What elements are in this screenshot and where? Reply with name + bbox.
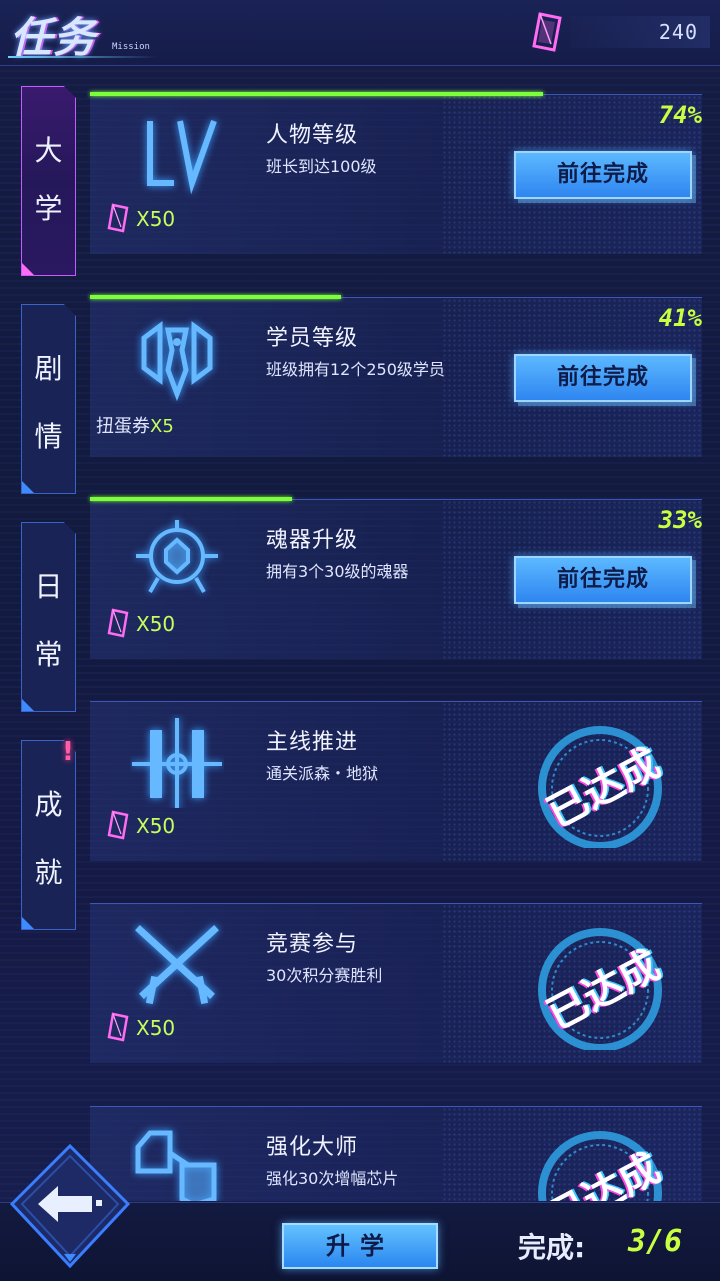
- page-subtitle: Mission: [112, 42, 150, 52]
- tab-story-label-1: 剧: [34, 352, 63, 385]
- crosshair-icon: [132, 718, 222, 808]
- task-description: 拥有3个30级的魂器: [266, 562, 409, 581]
- tab-university-label-2: 学: [34, 192, 63, 225]
- task-description: 通关派森・地狱: [266, 764, 379, 783]
- task-description: 班级拥有12个250级学员: [266, 360, 445, 379]
- complete-count: 3/6: [628, 1224, 683, 1259]
- tab-daily-label-2: 常: [34, 638, 63, 671]
- task-progress-line: [90, 295, 341, 299]
- task-description: 强化30次增幅芯片: [266, 1169, 399, 1188]
- tab-daily[interactable]: 日 常: [21, 522, 76, 712]
- reward-quantity: X50: [136, 814, 176, 838]
- purple-crystal-icon: [107, 608, 129, 638]
- tab-story-label-2: 情: [34, 420, 63, 453]
- soul-weapon-icon: [136, 520, 218, 593]
- task-description: 班长到达100级: [266, 157, 377, 176]
- task-name: 主线推进: [266, 730, 359, 755]
- tab-daily-label-1: 日: [34, 570, 63, 603]
- reward-quantity: X50: [136, 1016, 176, 1040]
- purple-crystal-icon: [107, 203, 129, 233]
- task-name: 学员等级: [266, 326, 359, 351]
- task-description: 30次积分赛胜利: [266, 966, 383, 985]
- achieved-stamp: 已达成: [534, 1123, 670, 1201]
- task-progress-percent: 33%: [658, 506, 702, 534]
- reward-quantity: X50: [136, 612, 176, 636]
- task-name: 竞赛参与: [266, 932, 359, 957]
- tab-corner: [22, 699, 34, 711]
- achieved-stamp: 已达成: [534, 718, 670, 848]
- task-name: 魂器升级: [266, 528, 359, 553]
- reward-quantity: X5: [150, 416, 174, 437]
- tab-corner: [22, 481, 34, 493]
- tab-achievement-label-1: 成: [34, 788, 63, 821]
- tab-corner: [22, 917, 34, 929]
- crossed-guns-icon: [135, 925, 219, 1005]
- purple-crystal-icon: [107, 810, 129, 840]
- go-complete-button[interactable]: 前往完成: [514, 151, 692, 199]
- task-name: 强化大师: [266, 1135, 359, 1160]
- notice-badge: !: [62, 737, 74, 767]
- header-bar: 任务 Mission 240: [0, 0, 720, 66]
- reward-item-name: 扭蛋券: [96, 416, 150, 437]
- task-progress-line: [90, 497, 292, 501]
- complete-label: 完成:: [518, 1231, 586, 1264]
- task-progress-percent: 41%: [658, 304, 702, 332]
- reward-quantity: X50: [136, 207, 176, 231]
- tab-story[interactable]: 剧 情: [21, 304, 76, 494]
- task-name: 人物等级: [266, 123, 359, 148]
- task-card: 主线推进 通关派森・地狱 X50 已达成: [90, 701, 702, 861]
- currency-display: 240: [530, 10, 710, 54]
- back-arrow-icon[interactable]: [8, 1142, 132, 1270]
- go-complete-button[interactable]: 前往完成: [514, 354, 692, 402]
- task-card: 竞赛参与 30次积分赛胜利 X50 已达成: [90, 903, 702, 1063]
- purple-crystal-icon: [532, 12, 562, 52]
- title-underline: [8, 56, 158, 58]
- task-card: 魂器升级 拥有3个30级的魂器 X50 33% 前往完成: [90, 497, 702, 659]
- level-lv-icon: [147, 119, 217, 195]
- task-card: 人物等级 班长到达100级 X50 74% 前往完成: [90, 92, 702, 254]
- purple-crystal-icon: [107, 1012, 129, 1042]
- upgrade-button[interactable]: 升学: [282, 1223, 438, 1269]
- achieved-stamp: 已达成: [534, 920, 670, 1050]
- task-card: 强化大师 强化30次增幅芯片 已达成: [90, 1106, 702, 1201]
- reward-item: 扭蛋券X5: [96, 412, 174, 438]
- tab-university[interactable]: 大 学: [21, 86, 76, 276]
- tab-achievement-label-2: 就: [34, 856, 63, 889]
- currency-amount: 240: [658, 20, 698, 44]
- tab-corner: [22, 263, 34, 275]
- go-complete-button[interactable]: 前往完成: [514, 556, 692, 604]
- task-progress-percent: 74%: [658, 101, 702, 129]
- tab-achievement[interactable]: 成 就: [21, 740, 76, 930]
- task-progress-line: [90, 92, 543, 96]
- chip-icon: [135, 1130, 217, 1201]
- student-emblem-icon: [141, 321, 213, 402]
- task-card: 学员等级 班级拥有12个250级学员 扭蛋券X5 41% 前往完成: [90, 295, 702, 457]
- tab-university-label-1: 大: [34, 134, 63, 167]
